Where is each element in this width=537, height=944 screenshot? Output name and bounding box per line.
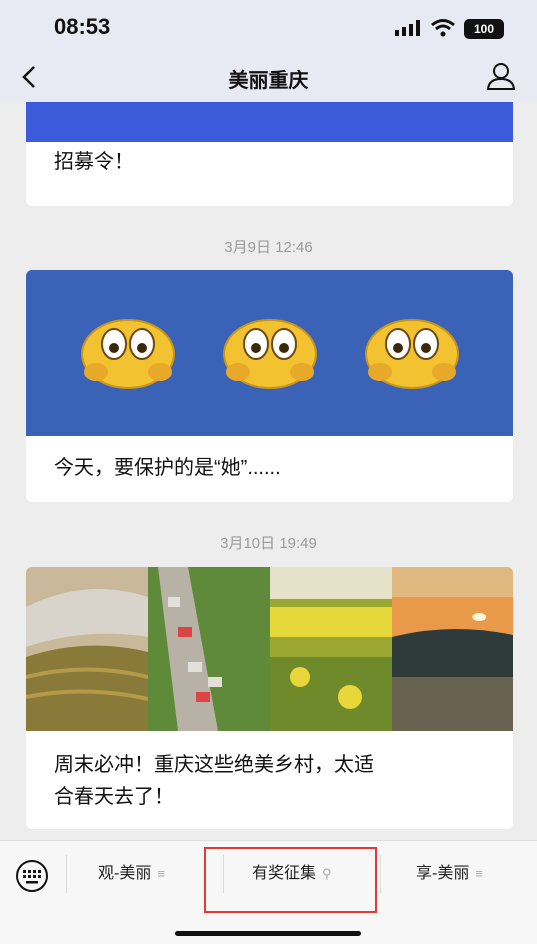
cover-photo-strip	[26, 567, 513, 731]
article-title-3-line1: 周末必冲！重庆这些绝美乡村，太适	[54, 754, 374, 776]
timestamp-2: 3月10日 19:49	[220, 535, 317, 552]
emoji-face-icon	[81, 319, 175, 389]
banner-image	[26, 102, 513, 142]
emoji-face-icon	[365, 319, 459, 389]
emoji-face-icon	[223, 319, 317, 389]
submenu-icon: ≡	[475, 866, 483, 881]
menu-xiang-meili[interactable]: 享-美丽 ≡	[416, 841, 483, 907]
article-card-2[interactable]: 今天，要保护的是“她”......	[26, 270, 513, 502]
highlight-box	[204, 847, 377, 913]
page-title: 美丽重庆	[228, 70, 309, 92]
menu-guan-meili[interactable]: 观-美丽 ≡	[98, 841, 165, 907]
home-indicator[interactable]	[175, 931, 361, 936]
menu-divider	[66, 855, 67, 893]
photo-village	[148, 567, 270, 731]
battery-icon: 100	[464, 19, 504, 39]
profile-icon[interactable]	[486, 62, 516, 90]
status-time: 08:53	[54, 14, 111, 39]
wifi-icon	[431, 19, 455, 37]
menu-label: 享-美丽	[416, 865, 470, 882]
article-card-1[interactable]: 招募令！	[26, 102, 513, 206]
menu-divider	[380, 855, 381, 893]
cover-image	[26, 270, 513, 436]
article-title-3-line2: 合春天去了！	[54, 786, 174, 808]
keyboard-icon[interactable]	[14, 858, 50, 894]
article-card-3[interactable]: 周末必冲！重庆这些绝美乡村，太适 合春天去了！	[26, 567, 513, 829]
signal-icon	[395, 20, 420, 36]
status-bar: 08:53 100	[0, 0, 537, 52]
bottom-menu-bar: 观-美丽 ≡ 有奖征集 ⚲ 享-美丽 ≡	[0, 840, 537, 944]
menu-label: 观-美丽	[98, 865, 152, 882]
timestamp-1: 3月9日 12:46	[224, 239, 313, 256]
photo-sunset	[392, 567, 513, 731]
nav-bar: 美丽重庆	[0, 52, 537, 102]
photo-rapeseed	[270, 567, 392, 731]
article-title-1: 招募令！	[54, 151, 134, 173]
photo-terraces	[26, 567, 148, 731]
submenu-icon: ≡	[157, 866, 165, 881]
message-feed[interactable]: 招募令！ 3月9日 12:46 今天，要保护的是“她”...... 3月10日 …	[0, 102, 537, 840]
article-title-2: 今天，要保护的是“她”......	[54, 457, 281, 479]
